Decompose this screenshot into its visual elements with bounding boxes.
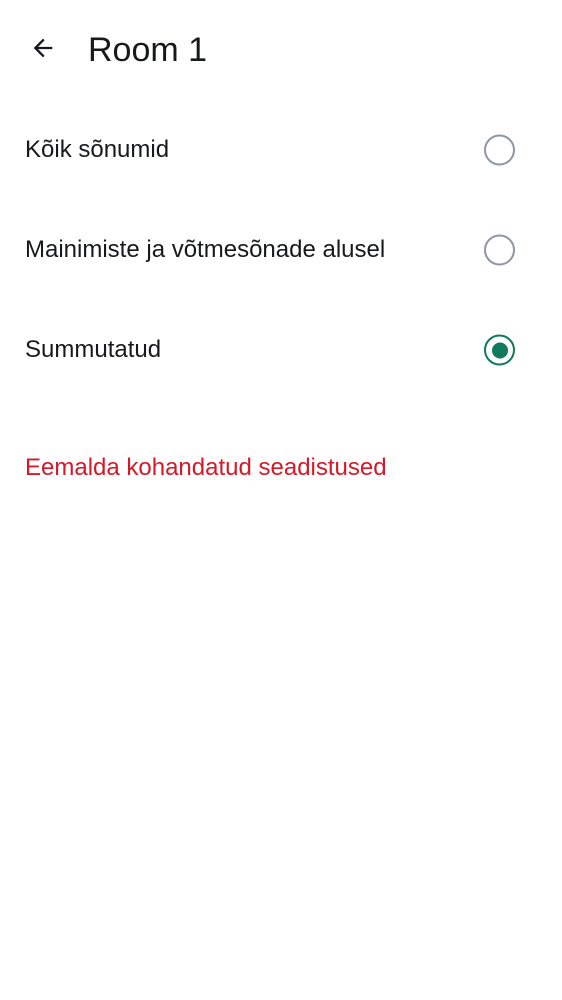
app-bar: Room 1 <box>0 0 562 100</box>
radio-button-all-messages[interactable] <box>484 134 515 166</box>
option-all-messages[interactable]: Kõik sõnumid <box>0 100 562 200</box>
option-label: Mainimiste ja võtmesõnade alusel <box>25 236 386 263</box>
option-mentions-keywords[interactable]: Mainimiste ja võtmesõnade alusel <box>0 200 562 300</box>
option-label: Summutatud <box>25 336 162 363</box>
remove-custom-settings-button[interactable]: Eemalda kohandatud seadistused <box>25 453 387 483</box>
radio-button-mentions-keywords[interactable] <box>484 234 515 266</box>
option-muted[interactable]: Summutatud <box>0 300 562 400</box>
radio-selected-dot <box>491 342 508 358</box>
back-button[interactable] <box>19 26 67 74</box>
radio-button-muted[interactable] <box>484 334 515 366</box>
page-title: Room 1 <box>88 31 208 69</box>
arrow-left-icon <box>29 34 57 67</box>
option-label: Kõik sõnumid <box>25 136 170 163</box>
